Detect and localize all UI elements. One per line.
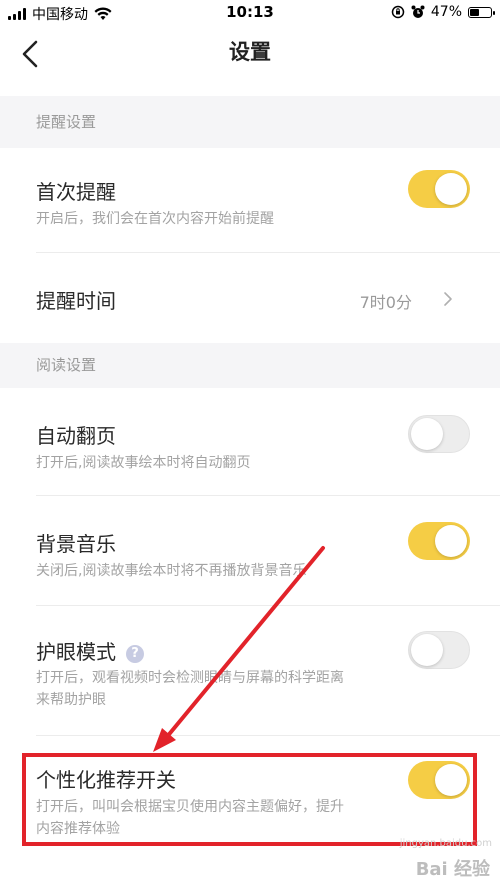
auto-page-desc: 打开后,阅读故事绘本时将自动翻页: [36, 455, 251, 471]
watermark-url: jingyan.baidu.com: [399, 838, 492, 849]
bg-music-toggle[interactable]: [408, 522, 470, 560]
section-header-reading: 阅读设置: [0, 343, 500, 388]
setting-eye-care: 护眼模式? 打开后，观看视频时会检测眼睛与屏幕的科学距离 来帮助护眼: [0, 606, 500, 736]
auto-page-toggle[interactable]: [408, 415, 470, 453]
eye-care-desc-line1: 打开后，观看视频时会检测眼睛与屏幕的科学距离: [36, 670, 344, 686]
alarm-icon: [411, 5, 425, 18]
eye-care-title-text: 护眼模式: [36, 640, 116, 664]
reminder-time-title: 提醒时间: [36, 289, 116, 313]
bg-music-title: 背景音乐: [36, 532, 116, 556]
bg-music-desc: 关闭后,阅读故事绘本时将不再播放背景音乐: [36, 563, 307, 579]
setting-first-reminder: 首次提醒 开启后，我们会在首次内容开始前提醒: [0, 148, 500, 253]
first-reminder-desc: 开启后，我们会在首次内容开始前提醒: [36, 211, 274, 227]
annotation-highlight-box: [22, 753, 477, 846]
orientation-lock-icon: [391, 5, 405, 19]
setting-reminder-time[interactable]: 提醒时间 7时0分: [0, 253, 500, 343]
section-header-reminder: 提醒设置: [0, 96, 500, 148]
chevron-right-icon: [444, 292, 452, 306]
help-icon[interactable]: ?: [126, 645, 144, 663]
eye-care-desc: 打开后，观看视频时会检测眼睛与屏幕的科学距离 来帮助护眼: [36, 667, 406, 711]
battery-icon: [468, 6, 495, 18]
first-reminder-title: 首次提醒: [36, 180, 116, 204]
watermark-logo: Bai 经验: [415, 859, 490, 880]
battery-level: [470, 8, 479, 16]
eye-care-toggle[interactable]: [408, 631, 470, 669]
page-title: 设置: [229, 40, 271, 64]
nav-bar: 设置: [0, 26, 500, 96]
status-bar: 中国移动 10:13 47%: [0, 0, 500, 26]
eye-care-desc-line2: 来帮助护眼: [36, 692, 106, 708]
setting-auto-page: 自动翻页 打开后,阅读故事绘本时将自动翻页: [0, 388, 500, 496]
reminder-time-value: 7时0分: [359, 293, 412, 312]
auto-page-title: 自动翻页: [36, 424, 116, 448]
status-right: 47%: [391, 4, 495, 20]
battery-percent: 47%: [430, 4, 462, 20]
eye-care-title: 护眼模式?: [36, 636, 144, 665]
first-reminder-toggle[interactable]: [408, 170, 470, 208]
setting-bg-music: 背景音乐 关闭后,阅读故事绘本时将不再播放背景音乐: [0, 496, 500, 606]
